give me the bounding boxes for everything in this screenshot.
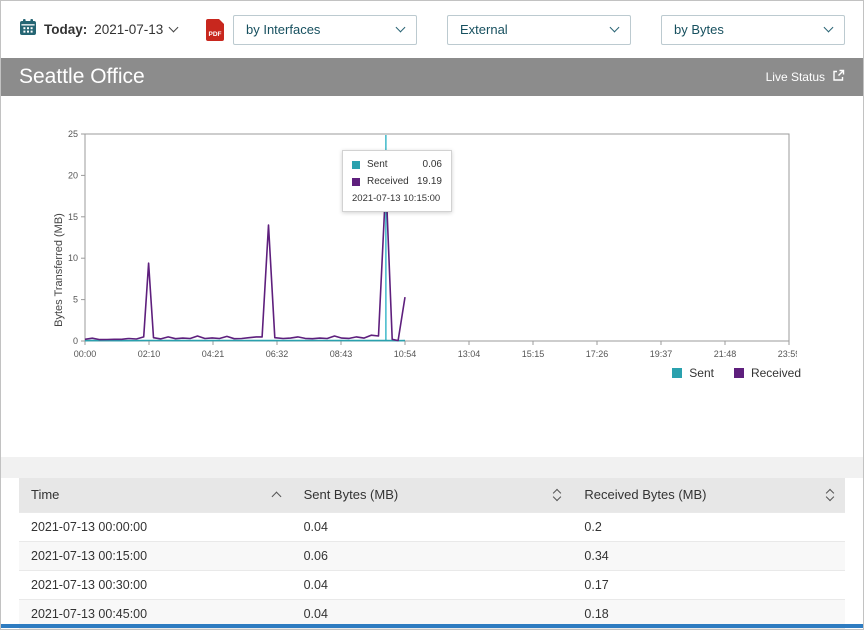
column-header-time[interactable]: Time <box>19 478 292 512</box>
chart-section: Bytes Transferred (MB) 0 5 10 15 20 25 00:00 02… <box>1 128 863 457</box>
tooltip-sent-value: 0.06 <box>423 159 442 170</box>
traffic-table-section: Time Sent Bytes (MB) Received Bytes (MB) <box>1 478 863 630</box>
toolbar: Today: 2021-07-13 PDF by Interfaces Exte… <box>1 1 863 58</box>
sort-icon <box>554 490 560 500</box>
pdf-icon: PDF <box>206 19 224 41</box>
section-separator <box>1 457 863 478</box>
svg-text:19:37: 19:37 <box>650 349 673 359</box>
table-cell: 2021-07-13 00:30:00 <box>19 570 292 599</box>
table-cell: 0.17 <box>572 570 845 599</box>
svg-text:04:21: 04:21 <box>202 349 225 359</box>
chevron-down-icon <box>610 23 620 33</box>
svg-text:08:43: 08:43 <box>330 349 353 359</box>
tooltip-sent-row: Sent 0.06 <box>352 159 442 170</box>
svg-text:0: 0 <box>73 336 78 346</box>
table-cell: 2021-07-13 00:15:00 <box>19 541 292 570</box>
svg-text:23:59: 23:59 <box>778 349 797 359</box>
table-row: 2021-07-13 00:00:000.040.2 <box>19 512 845 541</box>
chart-tooltip: Sent 0.06 Received 19.19 2021-07-13 10:1… <box>342 150 452 212</box>
svg-text:15:15: 15:15 <box>522 349 545 359</box>
table-cell: 0.06 <box>292 541 573 570</box>
chevron-down-icon <box>169 23 179 33</box>
svg-text:10: 10 <box>68 253 78 263</box>
svg-text:00:00: 00:00 <box>74 349 97 359</box>
y-axis-label: Bytes Transferred (MB) <box>53 213 65 327</box>
tooltip-sent-label: Sent <box>367 159 423 170</box>
chevron-down-icon <box>396 23 406 33</box>
table-cell: 0.2 <box>572 512 845 541</box>
column-header-sent[interactable]: Sent Bytes (MB) <box>292 478 573 512</box>
table-cell: 0.04 <box>292 512 573 541</box>
interfaces-dropdown[interactable]: by Interfaces <box>233 15 417 45</box>
section-header: Seattle Office Live Status <box>1 58 863 96</box>
table-row: 2021-07-13 00:30:000.040.17 <box>19 570 845 599</box>
tooltip-timestamp: 2021-07-13 10:15:00 <box>352 193 442 204</box>
table-row: 2021-07-13 00:15:000.060.34 <box>19 541 845 570</box>
interfaces-dropdown-value: by Interfaces <box>246 22 320 37</box>
chart-legend: Sent Received <box>1 366 863 380</box>
units-dropdown[interactable]: by Bytes <box>661 15 845 45</box>
date-label: Today: <box>44 22 87 37</box>
direction-dropdown[interactable]: External <box>447 15 631 45</box>
legend-received-label: Received <box>751 366 801 380</box>
column-label: Received Bytes (MB) <box>584 487 706 502</box>
svg-text:10:54: 10:54 <box>394 349 417 359</box>
svg-text:20: 20 <box>68 170 78 180</box>
svg-text:15: 15 <box>68 212 78 222</box>
direction-dropdown-value: External <box>460 22 508 37</box>
calendar-icon <box>19 18 37 41</box>
traffic-report-page: Today: 2021-07-13 PDF by Interfaces Exte… <box>0 0 864 630</box>
received-swatch <box>734 368 744 378</box>
chevron-down-icon <box>824 23 834 33</box>
sort-ascending-icon <box>271 492 281 502</box>
svg-text:02:10: 02:10 <box>138 349 161 359</box>
date-picker[interactable]: Today: 2021-07-13 <box>19 18 177 41</box>
table-cell: 0.34 <box>572 541 845 570</box>
svg-text:13:04: 13:04 <box>458 349 481 359</box>
horizontal-scrollbar[interactable] <box>1 624 863 628</box>
traffic-table: Time Sent Bytes (MB) Received Bytes (MB) <box>19 478 845 630</box>
table-header-row: Time Sent Bytes (MB) Received Bytes (MB) <box>19 478 845 512</box>
svg-text:5: 5 <box>73 295 78 305</box>
legend-item-sent[interactable]: Sent <box>672 366 714 380</box>
pdf-export-button[interactable]: PDF <box>206 19 224 41</box>
sent-swatch <box>352 161 360 169</box>
live-status-label: Live Status <box>766 70 825 84</box>
received-swatch <box>352 178 360 186</box>
page-title: Seattle Office <box>19 65 145 89</box>
svg-text:21:48: 21:48 <box>714 349 737 359</box>
sent-swatch <box>672 368 682 378</box>
tooltip-received-row: Received 19.19 <box>352 176 442 187</box>
live-status-link[interactable]: Live Status <box>766 69 845 85</box>
table-cell: 2021-07-13 00:00:00 <box>19 512 292 541</box>
legend-item-received[interactable]: Received <box>734 366 801 380</box>
tooltip-received-label: Received <box>367 176 417 187</box>
external-link-icon <box>832 69 845 85</box>
tooltip-received-value: 19.19 <box>417 176 442 187</box>
units-dropdown-value: by Bytes <box>674 22 724 37</box>
svg-text:25: 25 <box>68 129 78 139</box>
svg-text:06:32: 06:32 <box>266 349 289 359</box>
column-header-received[interactable]: Received Bytes (MB) <box>572 478 845 512</box>
date-value: 2021-07-13 <box>94 22 163 37</box>
sort-icon <box>827 490 833 500</box>
legend-sent-label: Sent <box>689 366 714 380</box>
column-label: Sent Bytes (MB) <box>304 487 399 502</box>
column-label: Time <box>31 487 59 502</box>
svg-text:17:26: 17:26 <box>586 349 609 359</box>
table-cell: 0.04 <box>292 570 573 599</box>
